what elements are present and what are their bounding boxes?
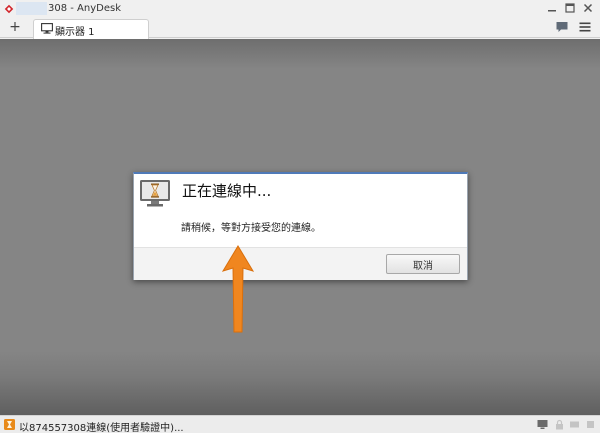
- arrow-icon: [221, 245, 255, 333]
- maximize-button[interactable]: [564, 2, 576, 14]
- tab-bar: + 顯示器 1: [0, 18, 600, 39]
- dialog-message: 請稍候，等對方接受您的連線。: [181, 223, 321, 234]
- status-text: 以874557308連線(使用者驗證中)...: [19, 423, 184, 433]
- connecting-dialog: 正在連線中... 請稍候，等對方接受您的連線。 取消: [133, 172, 468, 280]
- maximize-icon: [565, 3, 575, 13]
- hourglass-monitor-icon: [140, 180, 170, 207]
- monitor-icon: [41, 23, 53, 34]
- hourglass-icon: [4, 419, 15, 430]
- anydesk-logo-icon: [4, 4, 14, 14]
- close-icon: [583, 3, 593, 13]
- keyboard-icon[interactable]: [569, 419, 580, 430]
- minimize-icon: [548, 10, 556, 12]
- minimize-button[interactable]: [546, 2, 558, 14]
- status-bar: 以874557308連線(使用者驗證中)...: [0, 415, 600, 433]
- title-redacted-block: [16, 2, 47, 15]
- chat-icon[interactable]: [555, 20, 569, 34]
- close-button[interactable]: [582, 2, 594, 14]
- settings-icon[interactable]: [585, 419, 596, 430]
- hamburger-menu-icon[interactable]: [578, 20, 592, 34]
- lock-icon[interactable]: [554, 419, 565, 430]
- dialog-footer: 取消: [134, 247, 467, 280]
- tab-display-1[interactable]: 顯示器 1: [33, 19, 149, 39]
- add-tab-button[interactable]: +: [8, 19, 22, 35]
- screen-icon[interactable]: [537, 419, 548, 430]
- tab-label: 顯示器 1: [55, 27, 95, 38]
- window-title: 308 - AnyDesk: [48, 3, 122, 14]
- dialog-title: 正在連線中...: [182, 182, 272, 200]
- cancel-button[interactable]: 取消: [386, 254, 460, 274]
- title-bar: 308 - AnyDesk: [0, 0, 600, 18]
